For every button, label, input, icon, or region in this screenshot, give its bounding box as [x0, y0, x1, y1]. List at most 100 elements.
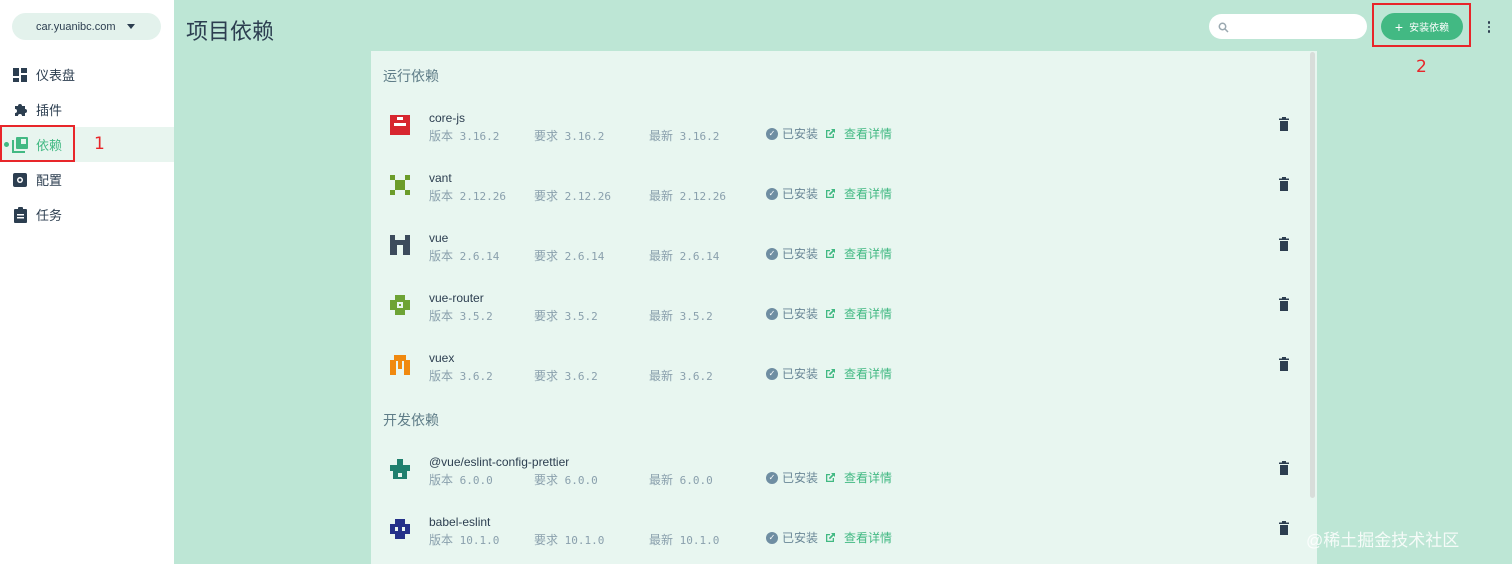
watermark: @稀土掘金技术社区 — [1306, 531, 1460, 550]
check-circle-icon: ✓ — [766, 367, 778, 380]
version-latest: 最新 10.1.0 — [649, 531, 719, 548]
delete-icon[interactable] — [1278, 237, 1290, 251]
version-value: 3.16.2 — [459, 130, 500, 143]
delete-icon[interactable] — [1278, 297, 1290, 311]
details-label: 查看详情 — [844, 247, 893, 261]
search-input[interactable] — [1233, 18, 1358, 35]
section-title-dev: 开发依赖 — [383, 412, 439, 428]
project-selector[interactable]: car.yuanibc.com — [12, 13, 161, 40]
view-details-link[interactable]: 查看详情 — [825, 469, 892, 486]
required-value: 2.6.14 — [564, 250, 605, 263]
dependency-row[interactable]: babel-eslint 版本 10.1.0 要求 10.1.0 最新 10.1… — [371, 509, 1311, 564]
external-link-icon — [826, 369, 835, 378]
external-link-icon — [826, 473, 835, 482]
version-required: 要求 2.6.14 — [534, 247, 604, 264]
more-vert-icon — [1487, 21, 1491, 24]
dependency-row[interactable]: core-js 版本 3.16.2 要求 3.16.2 最新 3.16.2 ✓ 已… — [371, 105, 1311, 165]
required-label: 要求 — [534, 533, 559, 547]
sidebar-item-label: 任务 — [36, 208, 63, 223]
version-value: 3.6.2 — [459, 370, 493, 383]
external-link-icon — [826, 249, 835, 258]
delete-icon[interactable] — [1278, 177, 1290, 191]
dependency-row[interactable]: @vue/eslint-config-prettier 版本 6.0.0 要求 … — [371, 449, 1311, 509]
highlight-box-dependencies — [0, 125, 75, 162]
installed-status: ✓ 已安装 — [766, 305, 818, 322]
latest-value: 3.6.2 — [679, 370, 713, 383]
version-label: 版本 — [429, 129, 454, 143]
version-label: 版本 — [429, 249, 454, 263]
version-value: 3.5.2 — [459, 310, 493, 323]
project-name: car.yuanibc.com — [36, 20, 116, 33]
sidebar-item-label: 仪表盘 — [36, 68, 76, 83]
package-avatar-icon — [390, 295, 410, 315]
dependency-name: @vue/eslint-config-prettier — [429, 455, 570, 469]
dependency-row[interactable]: vue 版本 2.6.14 要求 2.6.14 最新 2.6.14 ✓ 已安装 查… — [371, 225, 1311, 285]
clipboard-icon — [12, 206, 28, 223]
dependency-row[interactable]: vant 版本 2.12.26 要求 2.12.26 最新 2.12.26 ✓ 已… — [371, 165, 1311, 225]
version-value: 10.1.0 — [459, 534, 500, 547]
external-link-icon — [826, 129, 835, 138]
version-current: 版本 3.5.2 — [429, 307, 493, 324]
package-avatar-icon — [390, 459, 410, 479]
required-value: 3.5.2 — [564, 310, 598, 323]
required-label: 要求 — [534, 309, 559, 323]
latest-label: 最新 — [649, 533, 674, 547]
view-details-link[interactable]: 查看详情 — [825, 365, 892, 382]
sidebar-item-dashboard[interactable]: 仪表盘 — [0, 57, 174, 92]
dependency-name: vant — [429, 171, 452, 185]
view-details-link[interactable]: 查看详情 — [825, 185, 892, 202]
package-avatar-icon — [390, 115, 410, 135]
check-circle-icon: ✓ — [766, 307, 778, 320]
dependency-name: vue — [429, 231, 449, 245]
caret-down-icon — [127, 24, 135, 29]
latest-label: 最新 — [649, 473, 674, 487]
package-avatar-icon — [390, 175, 410, 195]
delete-icon[interactable] — [1278, 461, 1290, 475]
installed-label: 已安装 — [782, 531, 819, 545]
external-link-icon — [826, 533, 835, 542]
details-label: 查看详情 — [844, 471, 893, 485]
more-menu-button[interactable] — [1485, 18, 1493, 36]
required-value: 10.1.0 — [564, 534, 605, 547]
annotation-number-1: 1 — [94, 134, 105, 154]
external-link-icon — [826, 189, 835, 198]
version-current: 版本 3.16.2 — [429, 127, 499, 144]
installed-label: 已安装 — [782, 471, 819, 485]
delete-icon[interactable] — [1278, 521, 1290, 535]
search-field[interactable] — [1209, 14, 1367, 39]
view-details-link[interactable]: 查看详情 — [825, 245, 892, 262]
dependency-row[interactable]: vuex 版本 3.6.2 要求 3.6.2 最新 3.6.2 ✓ 已安装 查看详… — [371, 345, 1311, 405]
sidebar-item-config[interactable]: 配置 — [0, 162, 174, 197]
delete-icon[interactable] — [1278, 357, 1290, 371]
dependency-row[interactable]: vue-router 版本 3.5.2 要求 3.5.2 最新 3.5.2 ✓ 已… — [371, 285, 1311, 345]
version-current: 版本 10.1.0 — [429, 531, 499, 548]
required-label: 要求 — [534, 473, 559, 487]
required-label: 要求 — [534, 189, 559, 203]
view-details-link[interactable]: 查看详情 — [825, 529, 892, 546]
version-latest: 最新 3.16.2 — [649, 127, 719, 144]
sidebar-item-label: 插件 — [36, 103, 63, 118]
version-required: 要求 2.12.26 — [534, 187, 611, 204]
check-circle-icon: ✓ — [766, 127, 778, 140]
required-label: 要求 — [534, 369, 559, 383]
external-link-icon — [826, 309, 835, 318]
puzzle-icon — [12, 102, 28, 118]
package-avatar-icon — [390, 355, 410, 375]
check-circle-icon: ✓ — [766, 187, 778, 200]
latest-label: 最新 — [649, 189, 674, 203]
latest-value: 3.5.2 — [679, 310, 713, 323]
view-details-link[interactable]: 查看详情 — [825, 125, 892, 142]
version-label: 版本 — [429, 369, 454, 383]
sidebar-item-label: 配置 — [36, 173, 63, 188]
installed-label: 已安装 — [782, 127, 819, 141]
version-required: 要求 6.0.0 — [534, 471, 598, 488]
version-required: 要求 10.1.0 — [534, 531, 604, 548]
sidebar-item-plugins[interactable]: 插件 — [0, 92, 174, 127]
version-current: 版本 2.12.26 — [429, 187, 506, 204]
package-avatar-icon — [390, 519, 410, 539]
delete-icon[interactable] — [1278, 117, 1290, 131]
installed-label: 已安装 — [782, 247, 819, 261]
view-details-link[interactable]: 查看详情 — [825, 305, 892, 322]
sidebar-item-tasks[interactable]: 任务 — [0, 197, 174, 232]
details-label: 查看详情 — [844, 187, 893, 201]
